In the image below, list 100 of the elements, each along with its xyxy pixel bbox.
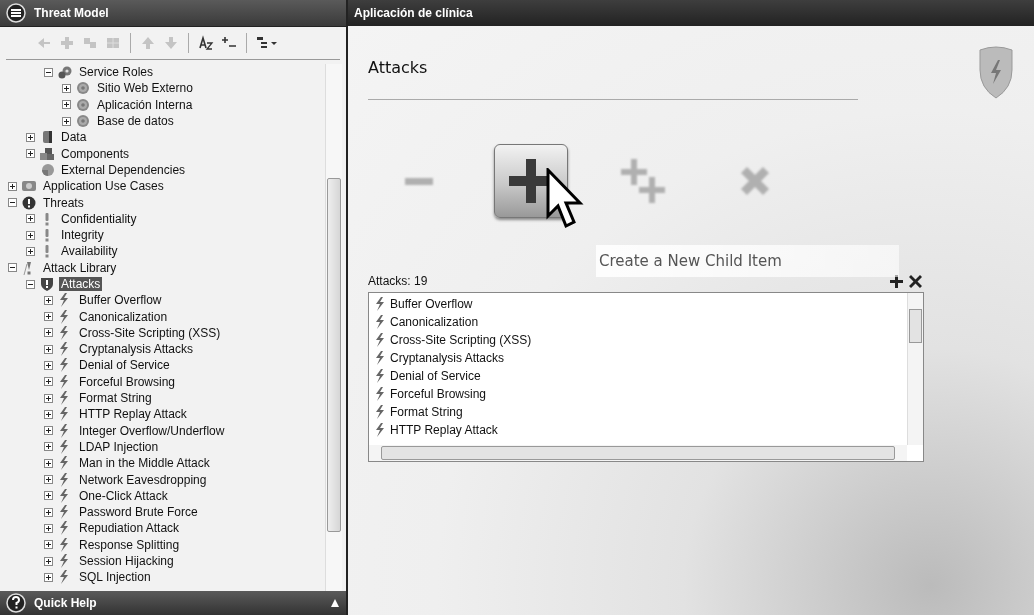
- tree-item[interactable]: Attack Library: [41, 260, 119, 275]
- expand-toggle[interactable]: [44, 328, 53, 338]
- tree-item[interactable]: Aplicación Interna: [95, 97, 195, 112]
- grid-icon: [105, 35, 121, 51]
- tree-item[interactable]: Repudiation Attack: [77, 521, 182, 536]
- tree-item[interactable]: Format String: [77, 391, 154, 406]
- tree-item[interactable]: Denial of Service: [77, 358, 172, 373]
- tree-item[interactable]: Cryptanalysis Attacks: [77, 342, 196, 357]
- double-plus-icon: [621, 159, 665, 203]
- plus-icon: [890, 274, 903, 288]
- list-item[interactable]: Buffer Overflow: [390, 297, 473, 311]
- gear-icon: [75, 81, 91, 96]
- list-item[interactable]: Forceful Browsing: [390, 387, 487, 401]
- tree-item[interactable]: SQL Injection: [77, 570, 153, 585]
- collapse-toggle[interactable]: [44, 67, 53, 77]
- collapse-toggle[interactable]: [8, 263, 17, 273]
- expand-toggle[interactable]: [62, 116, 71, 126]
- tree-item[interactable]: Password Brute Force: [77, 505, 200, 520]
- expand-toggle[interactable]: [62, 83, 71, 93]
- components-icon: [39, 146, 55, 161]
- expand-toggle[interactable]: [44, 540, 53, 550]
- shield-icon: [978, 46, 1014, 100]
- tree-item[interactable]: Integer Overflow/Underflow: [77, 423, 227, 438]
- expand-toggle[interactable]: [44, 377, 53, 387]
- expand-toggle[interactable]: [44, 523, 53, 533]
- tree-item[interactable]: Attacks: [59, 277, 103, 291]
- expand-toggle[interactable]: [44, 312, 53, 322]
- lightning-icon: [373, 350, 387, 366]
- scroll-thumb[interactable]: [381, 446, 895, 460]
- expand-toggle[interactable]: [44, 458, 53, 468]
- tree-item[interactable]: Response Splitting: [77, 537, 182, 552]
- expand-toggle[interactable]: [44, 442, 53, 452]
- tree-item[interactable]: Application Use Cases: [41, 179, 166, 194]
- expand-toggle[interactable]: [44, 507, 53, 517]
- list-item[interactable]: Format String: [390, 405, 463, 419]
- tree-item[interactable]: Forceful Browsing: [77, 374, 178, 389]
- expand-toggle[interactable]: [26, 149, 35, 159]
- expand-toggle[interactable]: [44, 295, 53, 305]
- list-item[interactable]: Cross-Site Scripting (XSS): [390, 333, 532, 347]
- expand-toggle[interactable]: [44, 426, 53, 436]
- tree-item[interactable]: Cross-Site Scripting (XSS): [77, 325, 223, 340]
- expand-toggle[interactable]: [26, 230, 35, 240]
- tree-item[interactable]: Canonicalization: [77, 309, 170, 324]
- expand-toggle[interactable]: [44, 491, 53, 501]
- expand-toggle[interactable]: [44, 344, 53, 354]
- tree-item[interactable]: Buffer Overflow: [77, 293, 164, 308]
- delete-button[interactable]: [907, 274, 924, 288]
- outdent-icon: [36, 35, 52, 51]
- plus-icon: [59, 35, 75, 51]
- tree-item[interactable]: Components: [59, 146, 132, 161]
- expand-toggle[interactable]: [44, 361, 53, 370]
- tree-item[interactable]: Confidentiality: [59, 211, 139, 226]
- tree-item[interactable]: Threats: [41, 195, 86, 210]
- down-arrow-icon: [163, 35, 179, 51]
- tree-item[interactable]: Integrity: [59, 228, 106, 243]
- lightning-icon: [373, 422, 387, 438]
- list-item[interactable]: HTTP Replay Attack: [390, 423, 498, 437]
- tree-item[interactable]: External Dependencies: [59, 162, 188, 177]
- tree-item[interactable]: One-Click Attack: [77, 488, 170, 503]
- expand-toggle[interactable]: [44, 393, 53, 403]
- tree-item[interactable]: Network Eavesdropping: [77, 472, 209, 487]
- list-item[interactable]: Canonicalization: [390, 315, 479, 329]
- tree-item[interactable]: LDAP Injection: [77, 439, 161, 454]
- expand-toggle[interactable]: [62, 100, 71, 110]
- list-item[interactable]: Denial of Service: [390, 369, 481, 383]
- expand-toggle[interactable]: [26, 132, 35, 142]
- shield-icon: [39, 277, 55, 291]
- quick-help-bar[interactable]: Quick Help: [0, 591, 346, 615]
- sphere-icon: [39, 162, 55, 177]
- tree-item[interactable]: Session Hijacking: [77, 554, 176, 569]
- minus-icon: [405, 177, 433, 185]
- expand-toggle[interactable]: [8, 181, 17, 191]
- tree-item[interactable]: Man in the Middle Attack: [77, 456, 212, 471]
- tree-item[interactable]: Data: [59, 130, 89, 145]
- use-case-icon: [21, 179, 37, 194]
- list-item[interactable]: Cryptanalysis Attacks: [390, 351, 505, 365]
- tree-item[interactable]: HTTP Replay Attack: [77, 407, 189, 422]
- collapse-toggle[interactable]: [26, 279, 35, 289]
- exclamation-circle-icon: [21, 195, 37, 210]
- add-button[interactable]: [888, 274, 905, 288]
- lightning-icon: [373, 386, 387, 402]
- expand-toggle[interactable]: [26, 214, 35, 224]
- expand-toggle[interactable]: [44, 409, 53, 419]
- scrollbar[interactable]: [907, 293, 923, 445]
- gear-icon: [75, 97, 91, 112]
- tree-item[interactable]: Service Roles: [77, 65, 156, 80]
- scroll-thumb[interactable]: [327, 178, 341, 532]
- scroll-thumb[interactable]: [909, 309, 922, 343]
- lightning-icon: [373, 368, 387, 384]
- help-icon: [6, 593, 28, 613]
- scrollbar[interactable]: [325, 64, 342, 591]
- tree-item[interactable]: Sitio Web Externo: [95, 81, 195, 96]
- expand-toggle[interactable]: [44, 572, 53, 582]
- scrollbar[interactable]: [369, 445, 907, 461]
- expand-toggle[interactable]: [44, 556, 53, 566]
- collapse-toggle[interactable]: [8, 198, 17, 207]
- tree-item[interactable]: Base de datos: [95, 114, 176, 129]
- expand-toggle[interactable]: [44, 475, 53, 485]
- tree-item[interactable]: Availability: [59, 244, 120, 259]
- expand-toggle[interactable]: [26, 246, 35, 256]
